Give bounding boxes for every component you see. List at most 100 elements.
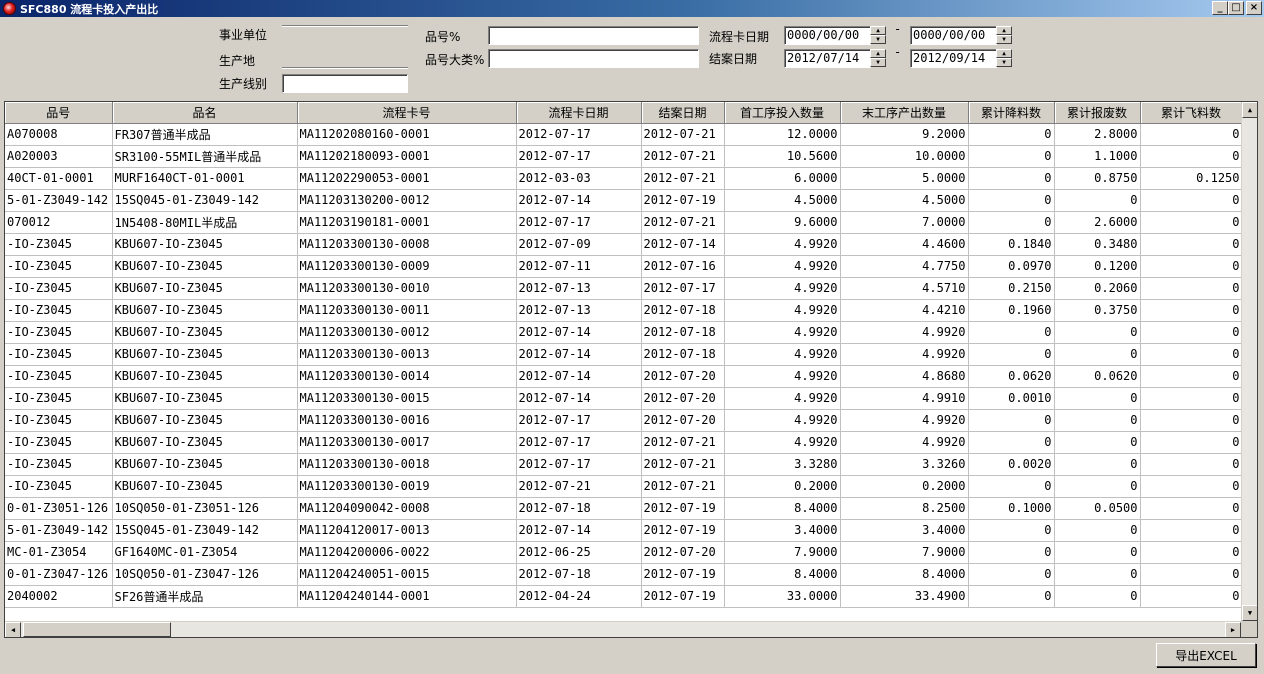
range-separator: - bbox=[894, 22, 902, 36]
line-input[interactable] bbox=[282, 74, 408, 93]
table-cell: 0 bbox=[968, 563, 1055, 586]
table-cell: 0.0970 bbox=[968, 255, 1055, 278]
table-cell: KBU607-IO-Z3045 bbox=[112, 299, 298, 322]
table-row[interactable]: -IO-Z3045 KBU607-IO-Z3045 MA11203300130-00… bbox=[5, 365, 1243, 388]
table-cell: 070012 bbox=[5, 211, 113, 234]
table-cell: 2012-07-20 bbox=[641, 387, 725, 410]
table-row[interactable]: -IO-Z3045 KBU607-IO-Z3045 MA11203300130-00… bbox=[5, 387, 1243, 410]
unit-label: 事业单位 bbox=[219, 28, 268, 42]
spin-up-icon[interactable]: ▲ bbox=[870, 49, 886, 58]
table-row[interactable]: -IO-Z3045 KBU607-IO-Z3045 MA11203300130-00… bbox=[5, 233, 1243, 256]
table-row[interactable]: -IO-Z3045 KBU607-IO-Z3045 MA11203300130-00… bbox=[5, 475, 1243, 498]
column-header[interactable]: 流程卡号 bbox=[297, 102, 517, 124]
table-cell: 2012-07-14 bbox=[516, 343, 642, 366]
table-cell: 15SQ045-01-Z3049-142 bbox=[112, 519, 298, 542]
horizontal-scroll-thumb[interactable] bbox=[23, 622, 171, 637]
spin-down-icon[interactable]: ▼ bbox=[996, 35, 1012, 44]
table-row[interactable]: A020003 SR3100-55MIL普通半成品 MA11202180093-00… bbox=[5, 145, 1243, 168]
table-cell: KBU607-IO-Z3045 bbox=[112, 475, 298, 498]
spin-up-icon[interactable]: ▲ bbox=[870, 26, 886, 35]
table-row[interactable]: -IO-Z3045 KBU607-IO-Z3045 MA11203300130-00… bbox=[5, 299, 1243, 322]
category-input[interactable] bbox=[488, 49, 699, 68]
table-cell: 0.3750 bbox=[1054, 299, 1141, 322]
spin-down-icon[interactable]: ▼ bbox=[996, 58, 1012, 67]
table-cell: 0-01-Z3047-126 bbox=[5, 563, 113, 586]
column-header[interactable]: 品号 bbox=[5, 102, 113, 124]
table-cell: 2012-07-21 bbox=[641, 475, 725, 498]
maximize-button[interactable]: □ bbox=[1228, 1, 1244, 15]
table-cell: MA11203300130-0014 bbox=[297, 365, 517, 388]
close-date-to-input[interactable]: 2012/09/14 bbox=[910, 49, 997, 68]
table-row[interactable]: -IO-Z3045 KBU607-IO-Z3045 MA11203300130-00… bbox=[5, 321, 1243, 344]
column-header[interactable]: 品名 bbox=[112, 102, 298, 124]
table-cell: MA11203300130-0011 bbox=[297, 299, 517, 322]
table-row[interactable]: 0-01-Z3051-126 10SQ050-01-Z3051-126 MA1120… bbox=[5, 497, 1243, 520]
table-cell: 0 bbox=[1140, 123, 1243, 146]
table-cell: 0 bbox=[968, 585, 1055, 608]
horizontal-scrollbar[interactable]: ◀ ▶ bbox=[5, 621, 1241, 637]
close-date-from-spinner[interactable]: ▲ ▼ bbox=[870, 49, 886, 67]
table-row[interactable]: MC-01-Z3054 GF1640MC-01-Z3054 MA1120420000… bbox=[5, 541, 1243, 564]
card-date-from-spinner[interactable]: ▲ ▼ bbox=[870, 26, 886, 44]
table-row[interactable]: -IO-Z3045 KBU607-IO-Z3045 MA11203300130-00… bbox=[5, 431, 1243, 454]
column-header[interactable]: 末工序产出数量 bbox=[840, 102, 969, 124]
place-label: 生产地 bbox=[219, 54, 256, 68]
table-cell: 40CT-01-0001 bbox=[5, 167, 113, 190]
table-cell: 0 bbox=[968, 343, 1055, 366]
scroll-up-icon[interactable]: ▲ bbox=[1242, 102, 1257, 118]
card-date-from-input[interactable]: 0000/00/00 bbox=[784, 26, 871, 45]
table-row[interactable]: 40CT-01-0001 MURF1640CT-01-0001 MA11202290… bbox=[5, 167, 1243, 190]
spin-down-icon[interactable]: ▼ bbox=[870, 58, 886, 67]
place-field bbox=[282, 67, 408, 69]
scroll-left-icon[interactable]: ◀ bbox=[5, 622, 21, 637]
table-cell: 3.4000 bbox=[840, 519, 969, 542]
table-cell: -IO-Z3045 bbox=[5, 409, 113, 432]
part-input[interactable] bbox=[488, 26, 699, 45]
table-cell: 0 bbox=[1140, 145, 1243, 168]
table-row[interactable]: -IO-Z3045 KBU607-IO-Z3045 MA11203300130-00… bbox=[5, 277, 1243, 300]
data-grid[interactable]: 品号 品名 流程卡号 流程卡日期 结案日期 首工序投入数量 末工序产出数量 累计降料数 累计报废… bbox=[4, 101, 1258, 638]
table-row[interactable]: -IO-Z3045 KBU607-IO-Z3045 MA11203300130-00… bbox=[5, 343, 1243, 366]
table-cell: MA11203300130-0010 bbox=[297, 277, 517, 300]
column-header[interactable]: 累计降料数 bbox=[968, 102, 1055, 124]
spin-up-icon[interactable]: ▲ bbox=[996, 49, 1012, 58]
column-header[interactable]: 累计报废数 bbox=[1054, 102, 1141, 124]
column-header[interactable]: 累计飞料数 bbox=[1140, 102, 1243, 124]
table-cell: -IO-Z3045 bbox=[5, 321, 113, 344]
table-row[interactable]: A070008 FR307普通半成品 MA11202080160-0001 2012-… bbox=[5, 123, 1243, 146]
scroll-right-icon[interactable]: ▶ bbox=[1225, 622, 1241, 637]
column-header[interactable]: 结案日期 bbox=[641, 102, 725, 124]
close-date-to-spinner[interactable]: ▲ ▼ bbox=[996, 49, 1012, 67]
column-header[interactable]: 首工序投入数量 bbox=[724, 102, 841, 124]
table-row[interactable]: 5-01-Z3049-142 15SQ045-01-Z3049-142 MA1120… bbox=[5, 189, 1243, 212]
table-row[interactable]: 5-01-Z3049-142 15SQ045-01-Z3049-142 MA1120… bbox=[5, 519, 1243, 542]
table-row[interactable]: 2040002 SF26普通半成品 MA11204240144-0001 2012-0… bbox=[5, 585, 1243, 608]
table-row[interactable]: -IO-Z3045 KBU607-IO-Z3045 MA11203300130-00… bbox=[5, 453, 1243, 476]
close-button[interactable]: × bbox=[1246, 1, 1262, 15]
table-row[interactable]: -IO-Z3045 KBU607-IO-Z3045 MA11203300130-00… bbox=[5, 409, 1243, 432]
table-cell: 2012-07-14 bbox=[516, 519, 642, 542]
table-row[interactable]: 0-01-Z3047-126 10SQ050-01-Z3047-126 MA1120… bbox=[5, 563, 1243, 586]
table-cell: MA11204240144-0001 bbox=[297, 585, 517, 608]
minimize-button[interactable]: _ bbox=[1212, 1, 1228, 15]
column-header[interactable]: 流程卡日期 bbox=[516, 102, 642, 124]
card-date-to-spinner[interactable]: ▲ ▼ bbox=[996, 26, 1012, 44]
spin-down-icon[interactable]: ▼ bbox=[870, 35, 886, 44]
export-excel-button[interactable]: 导出EXCEL bbox=[1156, 643, 1256, 667]
table-cell: 6.0000 bbox=[724, 167, 841, 190]
table-cell: 2012-07-17 bbox=[516, 431, 642, 454]
table-row[interactable]: -IO-Z3045 KBU607-IO-Z3045 MA11203300130-00… bbox=[5, 255, 1243, 278]
table-cell: 2040002 bbox=[5, 585, 113, 608]
table-cell: MA11203300130-0008 bbox=[297, 233, 517, 256]
scroll-down-icon[interactable]: ▼ bbox=[1242, 605, 1257, 621]
spin-up-icon[interactable]: ▲ bbox=[996, 26, 1012, 35]
vertical-scrollbar[interactable]: ▲ ▼ bbox=[1241, 102, 1257, 621]
table-cell: 4.9920 bbox=[724, 299, 841, 322]
close-date-from-input[interactable]: 2012/07/14 bbox=[784, 49, 871, 68]
table-cell: 0.8750 bbox=[1054, 167, 1141, 190]
table-cell: 0 bbox=[1054, 189, 1141, 212]
card-date-to-input[interactable]: 0000/00/00 bbox=[910, 26, 997, 45]
table-cell: 10.0000 bbox=[840, 145, 969, 168]
title-bar[interactable]: SFC880 流程卡投入产出比 _ □ × bbox=[0, 0, 1264, 17]
table-row[interactable]: 070012 1N5408-80MIL半成品 MA11203190181-0001 2… bbox=[5, 211, 1243, 234]
